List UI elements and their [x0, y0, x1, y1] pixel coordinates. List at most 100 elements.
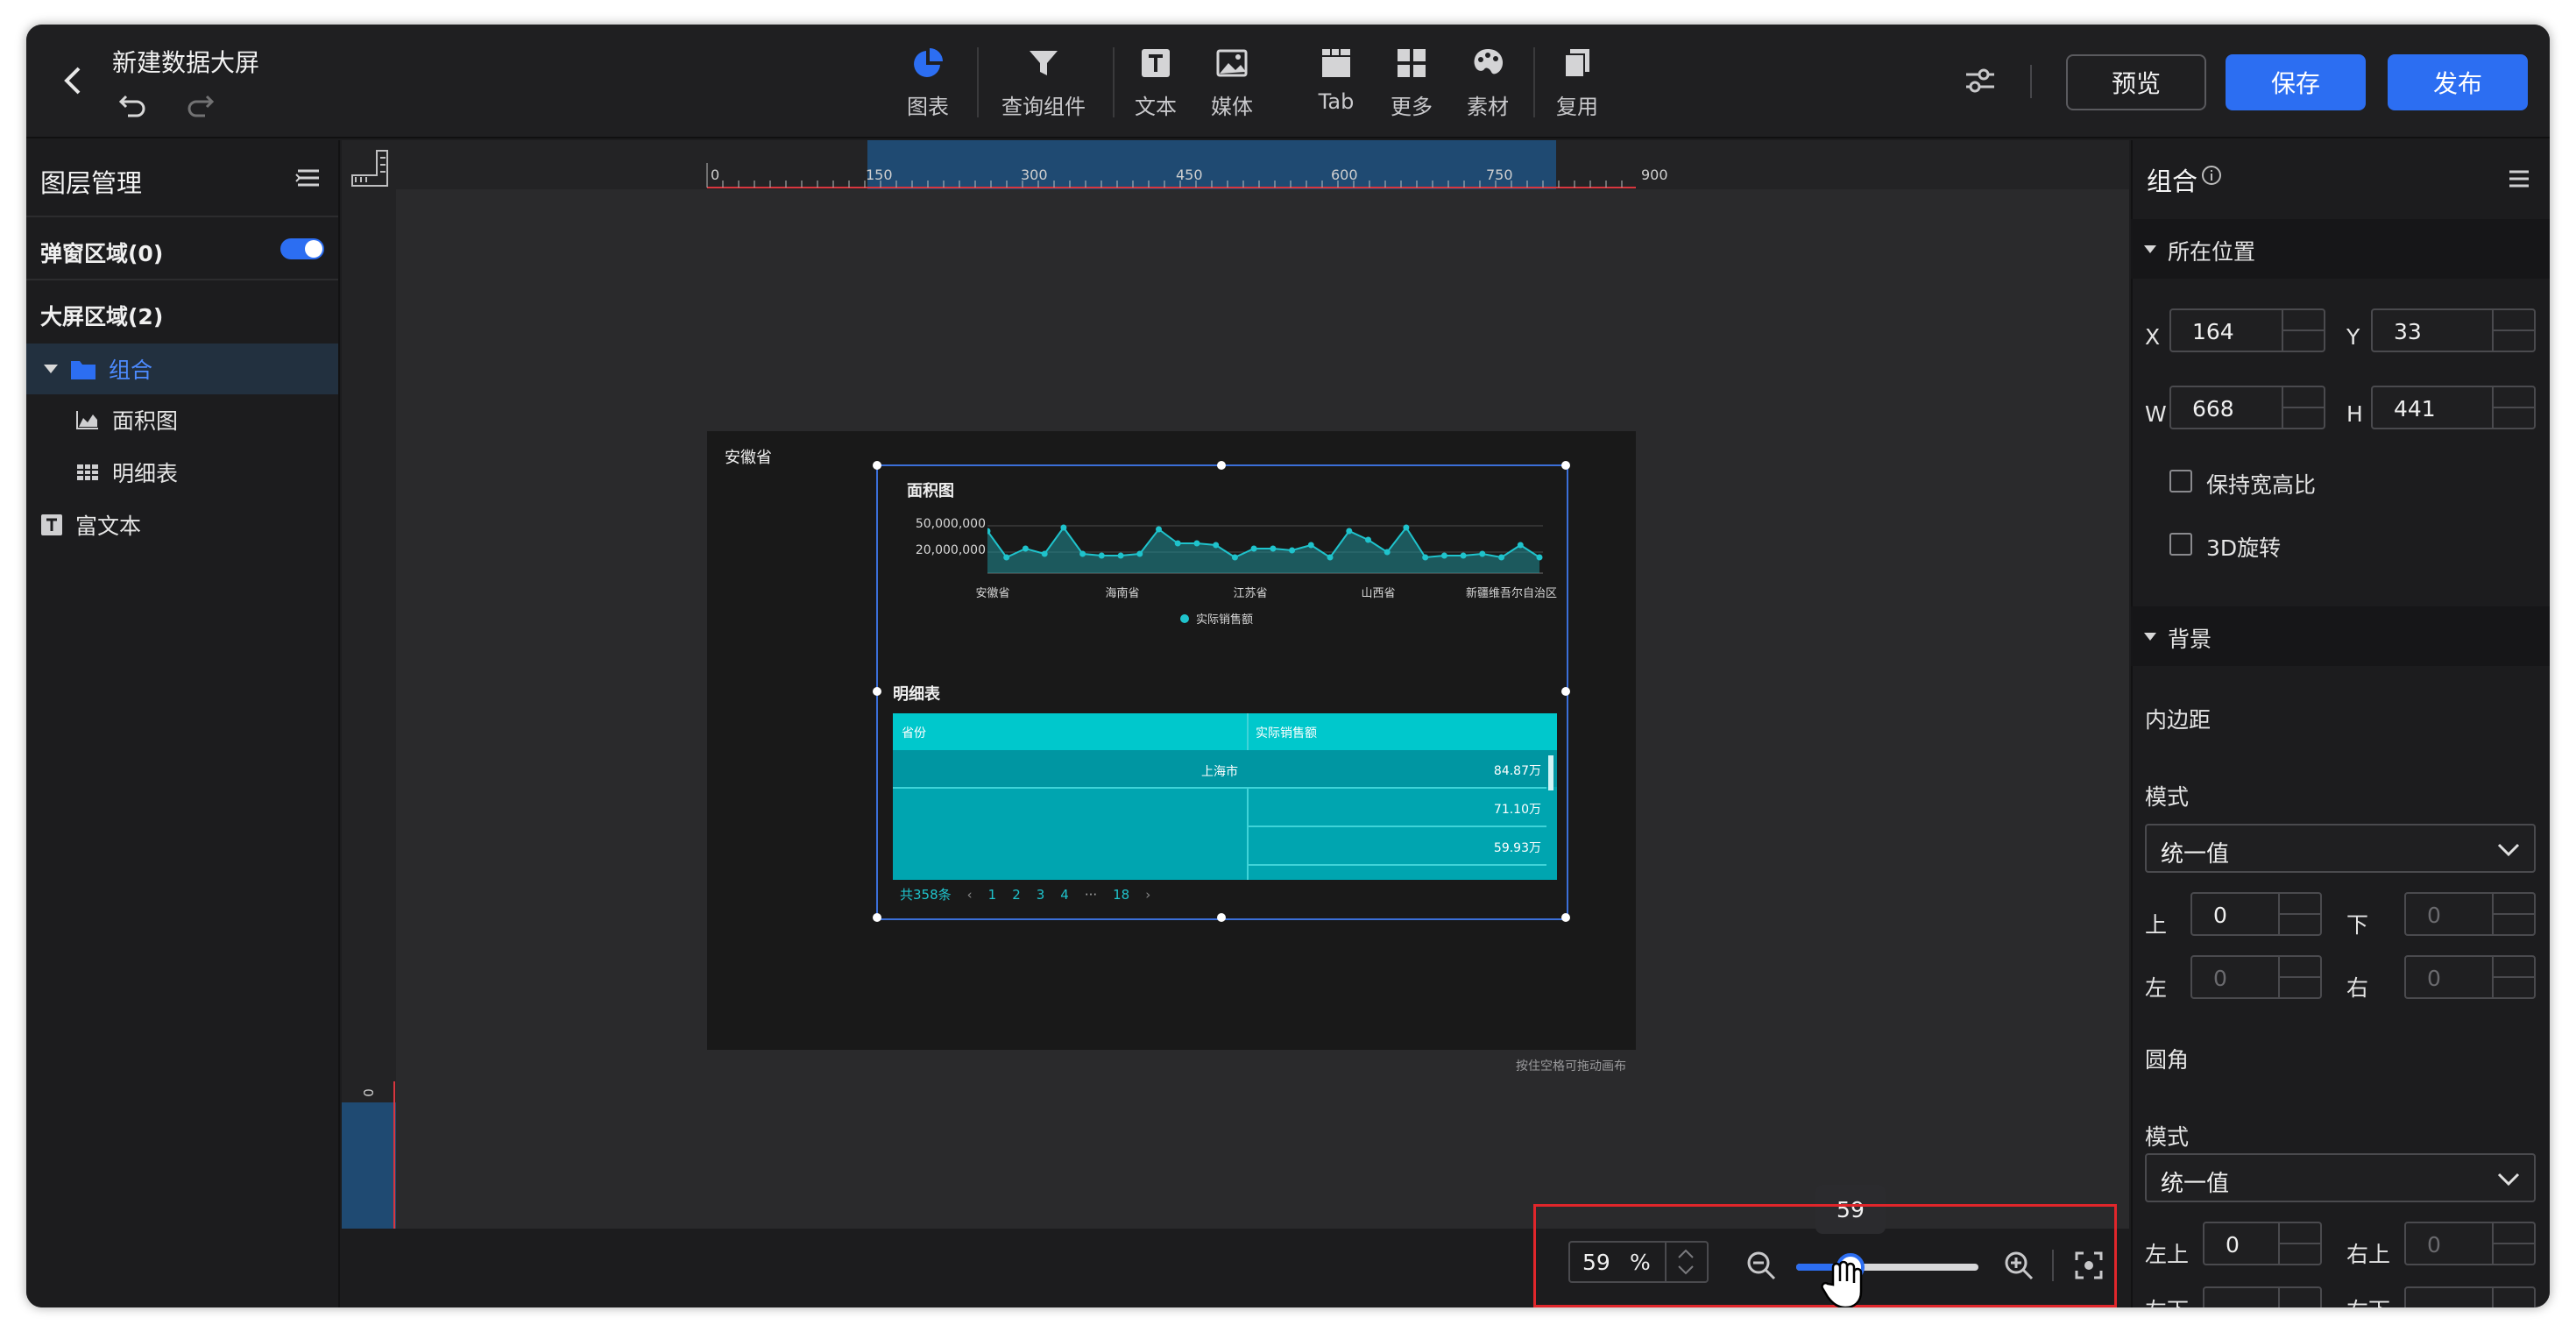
radius-br-input[interactable] [2404, 1286, 2536, 1307]
table-scrollbar[interactable] [1548, 755, 1553, 790]
radius-mode-select[interactable]: 统一值 [2145, 1153, 2536, 1202]
detail-table[interactable]: 省份 实际销售额 上海市 84.87万71.10万59.93万44.33万 [893, 713, 1557, 880]
rotate3d-checkbox[interactable] [2169, 533, 2192, 556]
toolbar-media-button[interactable]: 媒体 [1211, 44, 1253, 128]
resize-handle[interactable] [1217, 913, 1226, 922]
h-input[interactable]: 441 [2371, 386, 2536, 429]
area-point [1250, 545, 1257, 552]
x-tick-label: 安徽省 [975, 587, 1010, 600]
chevron-right-icon[interactable]: › [1145, 887, 1150, 903]
area-point [1003, 554, 1010, 561]
stepper[interactable] [2492, 894, 2534, 934]
toolbar-query-button[interactable]: 查询组件 [1001, 44, 1086, 128]
caret-down-icon[interactable] [42, 360, 60, 378]
menu-icon[interactable] [294, 165, 322, 193]
legend-label: 实际销售额 [1196, 613, 1254, 627]
canvas-area[interactable]: 0150300450600750900 0150 安徽省 面积图 50,000,… [342, 140, 2129, 1307]
pagination-ellipsis: ··· [1084, 886, 1098, 903]
legend-dot [1180, 613, 1189, 623]
radius-bl-input[interactable] [2203, 1286, 2322, 1307]
stepper[interactable] [2278, 1223, 2320, 1264]
toolbar-text-button[interactable]: 文本 [1135, 44, 1177, 128]
position-section-header[interactable]: 所在位置 [2131, 219, 2550, 279]
table-cell: 59.93万 [1249, 827, 1546, 866]
stepper[interactable] [2282, 310, 2324, 351]
w-input[interactable]: 668 [2169, 386, 2325, 429]
pagination-page[interactable]: 3 [1037, 887, 1045, 903]
undo-icon[interactable] [117, 89, 147, 119]
pagination-page[interactable]: 4 [1060, 887, 1069, 903]
publish-button[interactable]: 发布 [2388, 54, 2528, 110]
filter-icon [1030, 51, 1058, 75]
padding-bottom-input[interactable]: 0 [2404, 892, 2536, 936]
padding-top-value: 0 [2213, 903, 2227, 928]
area-point [1289, 547, 1296, 554]
select-value: 统一值 [2161, 841, 2230, 868]
menu-icon[interactable] [2506, 167, 2532, 193]
stepper[interactable] [2492, 1223, 2534, 1264]
stepper[interactable] [2278, 957, 2320, 997]
chevron-left-icon[interactable] [56, 63, 91, 98]
page-title: 新建数据大屏 [112, 48, 260, 77]
resize-handle[interactable] [1217, 461, 1226, 470]
padding-right-input[interactable]: 0 [2404, 955, 2536, 999]
ruler-tick-label: 750 [1486, 167, 1513, 183]
toolbar-tab-button[interactable]: Tab [1317, 44, 1355, 128]
radius-mode-label: 模式 [2145, 1124, 2190, 1150]
radius-tl-input[interactable]: 0 [2203, 1222, 2322, 1265]
stepper[interactable] [2278, 1288, 2320, 1307]
toolbar-label: 复用 [1556, 95, 1598, 119]
save-button[interactable]: 保存 [2226, 54, 2366, 110]
tab-icon [1322, 49, 1350, 77]
resize-handle[interactable] [873, 913, 881, 922]
layer-item-area-chart[interactable]: 面积图 [26, 394, 338, 445]
area-chart-plot [987, 524, 1543, 574]
info-icon[interactable] [2201, 165, 2222, 186]
sliders-icon[interactable] [1963, 63, 1998, 98]
toolbar-material-button[interactable]: 素材 [1467, 44, 1509, 128]
padding-top-input[interactable]: 0 [2190, 892, 2322, 936]
resize-handle[interactable] [1561, 913, 1570, 922]
pagination-page[interactable]: 1 [988, 887, 997, 903]
toolbar-reuse-button[interactable]: 复用 [1556, 44, 1598, 128]
resize-handle[interactable] [1561, 687, 1570, 696]
stepper[interactable] [2278, 894, 2320, 934]
stepper[interactable] [2492, 387, 2534, 428]
table-header-cell: 省份 [902, 726, 926, 740]
toolbar-chart-button[interactable]: 图表 [907, 44, 949, 128]
padding-mode-select[interactable]: 统一值 [2145, 824, 2536, 873]
stepper[interactable] [2492, 1288, 2534, 1307]
redo-icon[interactable] [186, 89, 216, 119]
area-point [1536, 554, 1543, 561]
preview-button[interactable]: 预览 [2066, 54, 2206, 110]
radius-tr-input[interactable]: 0 [2404, 1222, 2536, 1265]
dashboard-stage[interactable]: 安徽省 面积图 50,000,000 20,000,000 安徽省 海南省 江苏省山… [707, 431, 1636, 1050]
x-input[interactable]: 164 [2169, 308, 2325, 352]
top-bar: 新建数据大屏 图表 查询组件 文本 媒体 Tab 更多 素材 复用 预览 保存 … [26, 25, 2550, 138]
layer-item-detail-table[interactable]: 明细表 [26, 447, 338, 498]
resize-handle[interactable] [1561, 461, 1570, 470]
padding-left-value: 0 [2213, 966, 2227, 991]
toolbar-more-button[interactable]: 更多 [1391, 44, 1433, 128]
layer-item-label: 面积图 [112, 408, 179, 434]
stepper[interactable] [2492, 957, 2534, 997]
filter-text: 安徽省 [725, 449, 772, 467]
chevron-left-icon[interactable]: ‹ [967, 887, 973, 903]
table-title: 明细表 [893, 685, 940, 704]
resize-handle[interactable] [873, 687, 881, 696]
ruler-tick-label: 0 [360, 1088, 377, 1097]
background-section-header[interactable]: 背景 [2131, 606, 2550, 666]
pagination-page[interactable]: 2 [1012, 887, 1021, 903]
stepper[interactable] [2492, 310, 2534, 351]
stepper[interactable] [2282, 387, 2324, 428]
area-point [1422, 554, 1429, 561]
pagination-page[interactable]: 18 [1113, 887, 1129, 903]
toolbar-divider [977, 47, 979, 117]
resize-handle[interactable] [873, 461, 881, 470]
padding-left-input[interactable]: 0 [2190, 955, 2322, 999]
popup-area-toggle[interactable] [280, 238, 324, 259]
keep-ratio-checkbox[interactable] [2169, 470, 2192, 492]
y-input[interactable]: 33 [2371, 308, 2536, 352]
layer-item-group[interactable]: 组合 [26, 344, 338, 394]
layer-item-rich-text[interactable]: 富文本 [26, 500, 338, 550]
